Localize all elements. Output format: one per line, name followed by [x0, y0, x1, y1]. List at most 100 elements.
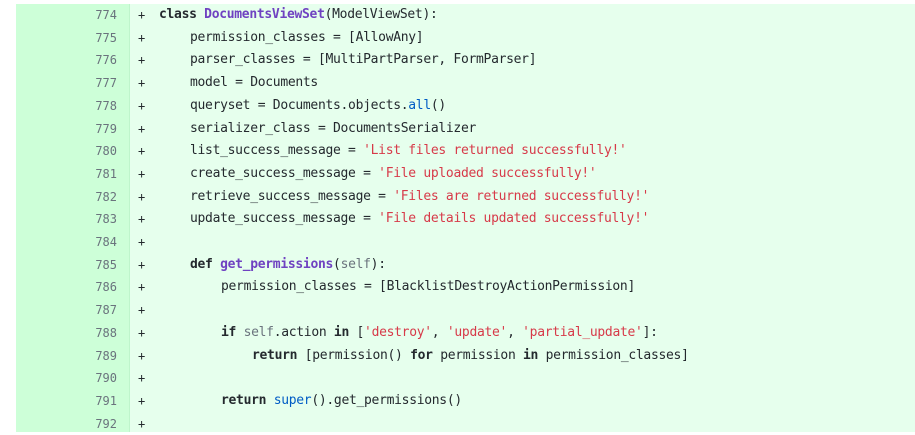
- line-number[interactable]: 776: [16, 49, 117, 72]
- diff-line: 791 + return super().get_permissions(): [16, 390, 915, 413]
- line-number[interactable]: 784: [16, 231, 117, 254]
- code-token: permission: [432, 347, 523, 363]
- code-token: permission_classes]: [538, 347, 689, 363]
- line-number[interactable]: 774: [16, 4, 117, 27]
- added-line-marker: +: [138, 98, 146, 113]
- code-token: in: [523, 347, 539, 363]
- line-number[interactable]: 780: [16, 140, 117, 163]
- added-line-marker: +: [138, 257, 146, 272]
- code-token: [permission(): [297, 347, 411, 363]
- code-token: 'File details updated successfully!': [378, 211, 650, 227]
- added-line-marker: +: [138, 144, 146, 159]
- added-line-marker: +: [138, 30, 146, 45]
- line-number[interactable]: 777: [16, 72, 117, 95]
- line-number[interactable]: 791: [16, 390, 117, 413]
- line-number[interactable]: 783: [16, 208, 117, 231]
- line-number[interactable]: 779: [16, 118, 117, 141]
- code-token: ]:: [642, 324, 658, 340]
- diff-line: 784 +: [16, 231, 915, 254]
- diff-view: 774 + class DocumentsViewSet(ModelViewSet)…: [16, 4, 915, 432]
- added-line-marker: +: [138, 280, 146, 295]
- code-token: super: [273, 392, 312, 408]
- code-token: return: [221, 392, 267, 408]
- code-token: self: [243, 324, 274, 340]
- code-token: for: [410, 347, 433, 363]
- code-token: def: [190, 256, 213, 272]
- code-line: parser_classes = [MultiPartParser, FormP…: [159, 49, 537, 72]
- code-line: serializer_class = DocumentsSerializer: [159, 118, 476, 141]
- code-line: retrieve_success_message = 'Files are re…: [159, 186, 649, 209]
- code-token: if: [221, 324, 237, 340]
- code-token: DocumentsViewSet: [204, 7, 325, 22]
- line-number[interactable]: 788: [16, 322, 117, 345]
- line-number[interactable]: 789: [16, 345, 117, 368]
- code-line: create_success_message = 'File uploaded …: [159, 163, 597, 186]
- diff-line: 789 + return [permission() for permission …: [16, 345, 915, 368]
- code-token: 'partial_update': [522, 324, 643, 340]
- diff-line: 788 + if self.action in ['destroy', 'updat…: [16, 322, 915, 345]
- code-line: queryset = Documents.objects.all(): [159, 95, 446, 118]
- code-token: 'update': [446, 324, 508, 340]
- line-number[interactable]: 785: [16, 254, 117, 277]
- diff-line: 783 + update_success_message = 'File detai…: [16, 208, 915, 231]
- line-number[interactable]: 782: [16, 186, 117, 209]
- line-number[interactable]: 787: [16, 299, 117, 322]
- code-token: permission_classes = [AllowAny]: [190, 29, 424, 45]
- line-number[interactable]: 778: [16, 95, 117, 118]
- code-token: 'Files are returned successfully!': [393, 188, 650, 204]
- code-line: class DocumentsViewSet(ModelViewSet):: [159, 4, 438, 27]
- added-line-marker: +: [138, 166, 146, 181]
- line-number[interactable]: 781: [16, 163, 117, 186]
- code-token: get_permissions: [220, 256, 334, 272]
- line-number[interactable]: 786: [16, 276, 117, 299]
- code-token: in: [333, 324, 349, 340]
- added-line-marker: +: [138, 212, 146, 227]
- added-line-marker: +: [138, 121, 146, 136]
- code-token: .action: [273, 324, 334, 340]
- code-token: all: [408, 97, 431, 113]
- line-number[interactable]: 790: [16, 367, 117, 390]
- diff-line: 775 + permission_classes = [AllowAny]: [16, 27, 915, 50]
- code-line: return [permission() for permission in p…: [159, 345, 689, 368]
- code-token: ,: [507, 324, 523, 340]
- added-line-marker: +: [138, 348, 146, 363]
- code-token: ,: [431, 324, 447, 340]
- code-token: 'destroy': [364, 324, 432, 340]
- code-token: queryset = Documents.objects.: [190, 97, 409, 113]
- code-token: parser_classes = [MultiPartParser, FormP…: [190, 52, 537, 68]
- added-line-marker: +: [138, 303, 146, 318]
- code-token: self: [340, 256, 371, 272]
- code-line: return super().get_permissions(): [159, 390, 462, 413]
- diff-line: 790 +: [16, 367, 915, 390]
- code-token: return: [252, 347, 298, 363]
- added-line-marker: +: [138, 8, 146, 22]
- diff-line: 785 + def get_permissions(self):: [16, 254, 915, 277]
- code-token: 'File uploaded successfully!': [378, 165, 597, 181]
- code-token: ().get_permissions(): [311, 392, 462, 408]
- code-line: if self.action in ['destroy', 'update', …: [159, 322, 658, 345]
- diff-line: 774 + class DocumentsViewSet(ModelViewSet)…: [16, 4, 915, 27]
- added-line-marker: +: [138, 393, 146, 408]
- diff-line: 778 + queryset = Documents.objects.all(): [16, 95, 915, 118]
- code-line: permission_classes = [AllowAny]: [159, 27, 424, 50]
- code-token: class: [159, 7, 197, 22]
- code-token: update_success_message =: [190, 211, 379, 227]
- added-line-marker: +: [138, 325, 146, 340]
- code-token: (: [333, 256, 341, 272]
- diff-line: 780 + list_success_message = 'List files r…: [16, 140, 915, 163]
- diff-line: 782 + retrieve_success_message = 'Files ar…: [16, 186, 915, 209]
- code-line: update_success_message = 'File details u…: [159, 208, 649, 231]
- code-token: [: [348, 324, 365, 340]
- diff-line: 786 + permission_classes = [BlacklistDestr…: [16, 276, 915, 299]
- line-number[interactable]: 775: [16, 27, 117, 50]
- code-line: permission_classes = [BlacklistDestroyAc…: [159, 276, 635, 299]
- code-token: list_success_message =: [190, 143, 364, 159]
- code-token: model = Documents: [190, 75, 318, 91]
- diff-line: 777 + model = Documents: [16, 72, 915, 95]
- diff-line: 787 +: [16, 299, 915, 322]
- added-line-marker: +: [138, 235, 146, 249]
- code-line: model = Documents: [159, 72, 318, 95]
